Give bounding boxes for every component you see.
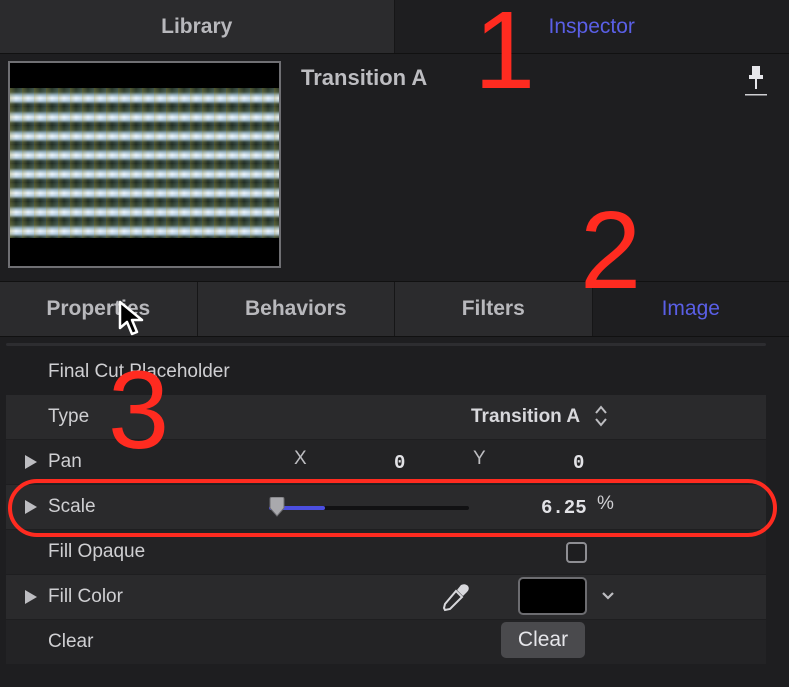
top-tab-bar: Library Inspector [0, 0, 789, 53]
fill-color-label: Fill Color [48, 586, 123, 607]
pan-y-label: Y [473, 448, 486, 469]
tab-filters[interactable]: Filters [395, 282, 593, 336]
clear-label: Clear [48, 631, 94, 652]
fill-color-well[interactable] [518, 577, 587, 615]
tab-behaviors[interactable]: Behaviors [198, 282, 395, 336]
scale-highlight-ring [8, 479, 777, 537]
clear-button[interactable]: Clear [501, 622, 585, 658]
fill-opaque-checkbox[interactable] [566, 542, 587, 563]
row-clear: Clear Clear [6, 620, 766, 664]
eyedropper-icon[interactable] [441, 582, 471, 612]
updown-chevron-icon[interactable] [594, 403, 608, 429]
tab-library[interactable]: Library [0, 0, 395, 53]
tab-inspector[interactable]: Inspector [394, 0, 789, 53]
row-fill-color: Fill Color [6, 575, 766, 619]
disclosure-triangle-icon[interactable] [25, 455, 37, 469]
thumbnail-image [10, 88, 279, 238]
pan-y-value[interactable]: 0 [573, 452, 584, 474]
divider [6, 343, 766, 346]
disclosure-triangle-icon[interactable] [25, 590, 37, 604]
pan-x-value[interactable]: 0 [394, 452, 405, 474]
pin-icon[interactable] [745, 64, 767, 98]
preview-area: Transition A [0, 53, 789, 281]
mouse-cursor-icon [118, 300, 144, 336]
fill-opaque-label: Fill Opaque [48, 541, 146, 562]
annotation-3: 3 [108, 349, 170, 472]
preview-thumbnail [8, 61, 281, 268]
object-title: Transition A [301, 65, 428, 90]
pan-label: Pan [48, 451, 82, 472]
annotation-1: 1 [474, 0, 536, 112]
type-popup[interactable]: Transition A [471, 406, 580, 428]
pan-x-label: X [294, 448, 307, 469]
type-label: Type [48, 406, 90, 427]
tab-properties[interactable]: Properties [0, 282, 198, 336]
chevron-down-icon[interactable] [600, 587, 616, 603]
annotation-2: 2 [580, 189, 642, 312]
